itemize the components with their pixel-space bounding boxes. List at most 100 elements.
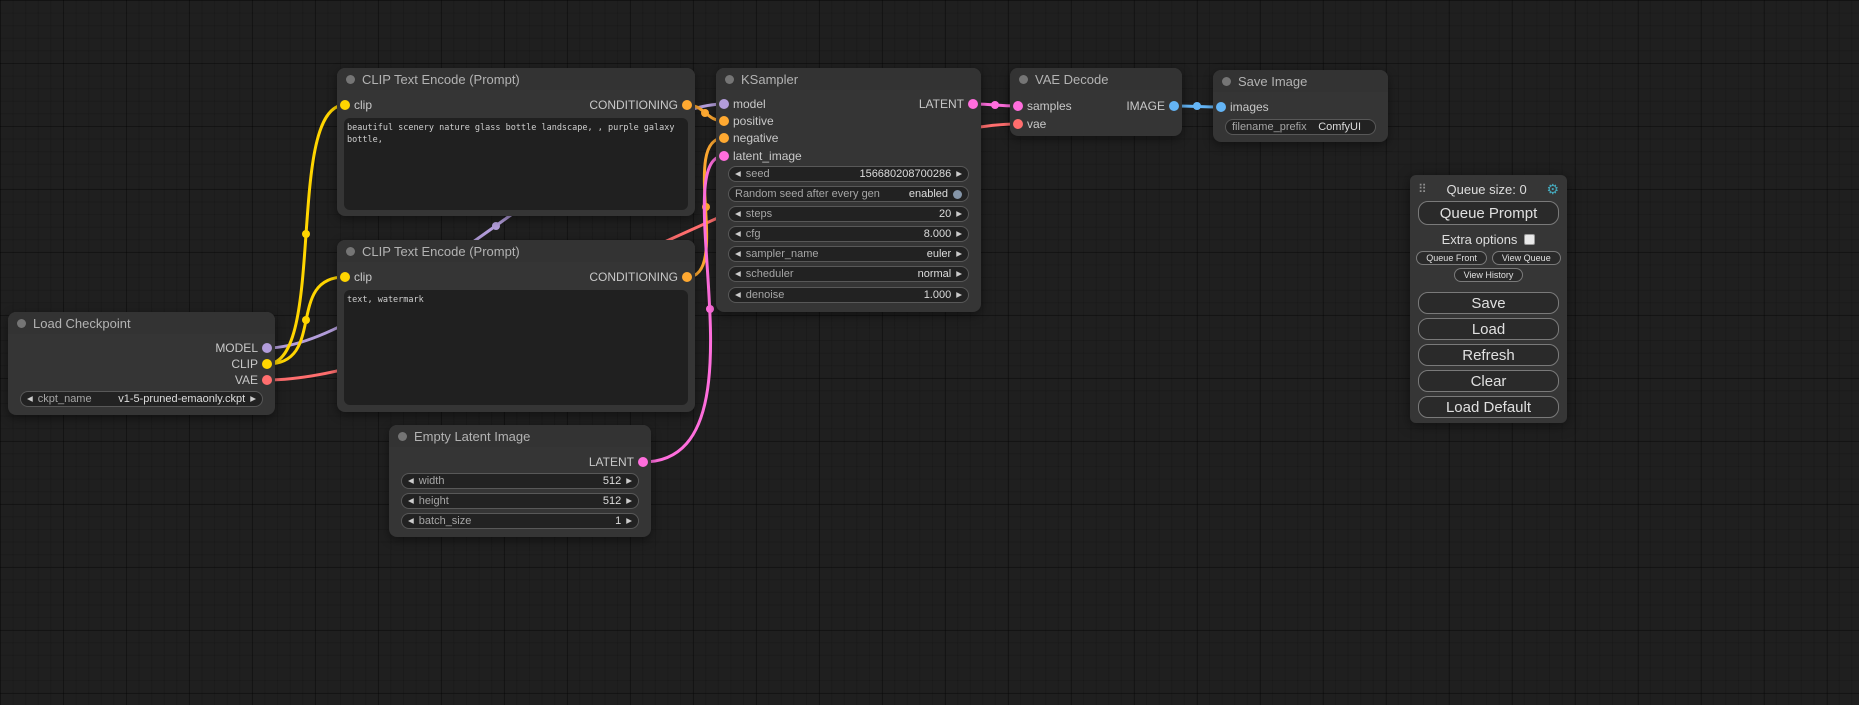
output-slot-label-conditioning: CONDITIONING [589,270,678,284]
next-value-arrow-icon[interactable]: ▶ [956,210,962,218]
node-title: Save Image [1238,74,1307,89]
queue-front-button[interactable]: Queue Front [1416,251,1487,265]
node-clip-text-encode-negative[interactable]: CLIP Text Encode (Prompt) clip CONDITION… [337,240,695,412]
graph-canvas[interactable]: Load Checkpoint MODEL CLIP VAE ◀ ckpt_na… [0,0,1859,705]
output-port-latent[interactable] [968,99,978,109]
prev-value-arrow-icon[interactable]: ◀ [735,291,741,299]
collapse-toggle-icon[interactable] [346,247,355,256]
widget-seed[interactable]: ◀ seed 156680208700286 ▶ [728,166,969,182]
input-port-images[interactable] [1216,102,1226,112]
negative-prompt-textarea[interactable]: text, watermark [344,290,688,405]
output-port-image[interactable] [1169,101,1179,111]
node-load-checkpoint[interactable]: Load Checkpoint MODEL CLIP VAE ◀ ckpt_na… [8,312,275,415]
next-value-arrow-icon[interactable]: ▶ [956,270,962,278]
widget-ckpt-name[interactable]: ◀ ckpt_name v1-5-pruned-emaonly.ckpt ▶ [20,391,263,407]
prev-value-arrow-icon[interactable]: ◀ [408,497,414,505]
positive-prompt-textarea[interactable]: beautiful scenery nature glass bottle la… [344,118,688,210]
node-titlebar[interactable]: CLIP Text Encode (Prompt) [337,68,695,90]
view-history-button[interactable]: View History [1454,268,1524,282]
node-titlebar[interactable]: KSampler [716,68,981,90]
collapse-toggle-icon[interactable] [346,75,355,84]
collapse-toggle-icon[interactable] [1019,75,1028,84]
node-vae-decode[interactable]: VAE Decode samples vae IMAGE [1010,68,1182,136]
collapse-toggle-icon[interactable] [398,432,407,441]
input-port-samples[interactable] [1013,101,1023,111]
widget-label: scheduler [746,268,794,280]
widget-scheduler[interactable]: ◀ scheduler normal ▶ [728,266,969,282]
collapse-toggle-icon[interactable] [17,319,26,328]
queue-prompt-button[interactable]: Queue Prompt [1418,201,1559,225]
drag-handle-icon[interactable]: ⠿ [1418,182,1427,196]
widget-sampler-name[interactable]: ◀ sampler_name euler ▶ [728,246,969,262]
node-titlebar[interactable]: CLIP Text Encode (Prompt) [337,240,695,262]
prev-value-arrow-icon[interactable]: ◀ [735,230,741,238]
next-value-arrow-icon[interactable]: ▶ [956,291,962,299]
load-button[interactable]: Load [1418,318,1559,340]
output-port-vae[interactable] [262,375,272,385]
queue-panel: ⠿ Queue size: 0 ⚙ Queue Prompt Extra opt… [1410,175,1567,423]
widget-label: seed [746,168,770,180]
input-port-model[interactable] [719,99,729,109]
prev-value-arrow-icon[interactable]: ◀ [735,170,741,178]
input-port-clip[interactable] [340,272,350,282]
view-queue-button[interactable]: View Queue [1492,251,1561,265]
widget-height[interactable]: ◀ height 512 ▶ [401,493,639,509]
node-titlebar[interactable]: VAE Decode [1010,68,1182,90]
save-button[interactable]: Save [1418,292,1559,314]
prev-value-arrow-icon[interactable]: ◀ [735,250,741,258]
node-empty-latent-image[interactable]: Empty Latent Image LATENT ◀ width 512 ▶ … [389,425,651,537]
prev-value-arrow-icon[interactable]: ◀ [27,395,33,403]
widget-width[interactable]: ◀ width 512 ▶ [401,473,639,489]
next-value-arrow-icon[interactable]: ▶ [956,230,962,238]
output-port-conditioning[interactable] [682,272,692,282]
output-port-clip[interactable] [262,359,272,369]
next-value-arrow-icon[interactable]: ▶ [956,170,962,178]
input-port-negative[interactable] [719,133,729,143]
next-value-arrow-icon[interactable]: ▶ [250,395,256,403]
toggle-indicator-icon[interactable] [953,190,962,199]
next-value-arrow-icon[interactable]: ▶ [626,477,632,485]
widget-value: 1.000 [924,289,952,301]
input-port-clip[interactable] [340,100,350,110]
input-port-vae[interactable] [1013,119,1023,129]
widget-steps[interactable]: ◀ steps 20 ▶ [728,206,969,222]
input-port-latent-image[interactable] [719,151,729,161]
link-midpoint-dot [492,222,500,230]
node-title: Empty Latent Image [414,429,530,444]
output-port-model[interactable] [262,343,272,353]
extra-options-checkbox[interactable] [1524,234,1535,245]
widget-cfg[interactable]: ◀ cfg 8.000 ▶ [728,226,969,242]
widget-label: sampler_name [746,248,819,260]
prev-value-arrow-icon[interactable]: ◀ [408,477,414,485]
node-clip-text-encode-positive[interactable]: CLIP Text Encode (Prompt) clip CONDITION… [337,68,695,216]
collapse-toggle-icon[interactable] [1222,77,1231,86]
node-titlebar[interactable]: Load Checkpoint [8,312,275,334]
link-midpoint-dot [302,230,310,238]
next-value-arrow-icon[interactable]: ▶ [626,517,632,525]
widget-value: 156680208700286 [859,168,951,180]
settings-gear-icon[interactable]: ⚙ [1546,181,1559,198]
widget-label: Random seed after every gen [735,188,880,200]
widget-control-after-generate[interactable]: Random seed after every gen enabled [728,186,969,202]
widget-denoise[interactable]: ◀ denoise 1.000 ▶ [728,287,969,303]
widget-label: filename_prefix [1232,121,1307,133]
prev-value-arrow-icon[interactable]: ◀ [735,210,741,218]
node-titlebar[interactable]: Save Image [1213,70,1388,92]
input-port-positive[interactable] [719,116,729,126]
load-default-button[interactable]: Load Default [1418,396,1559,418]
output-port-latent[interactable] [638,457,648,467]
node-title: VAE Decode [1035,72,1108,87]
output-port-conditioning[interactable] [682,100,692,110]
node-save-image[interactable]: Save Image images filename_prefix ComfyU… [1213,70,1388,142]
next-value-arrow-icon[interactable]: ▶ [626,497,632,505]
next-value-arrow-icon[interactable]: ▶ [956,250,962,258]
prev-value-arrow-icon[interactable]: ◀ [735,270,741,278]
widget-batch-size[interactable]: ◀ batch_size 1 ▶ [401,513,639,529]
refresh-button[interactable]: Refresh [1418,344,1559,366]
prev-value-arrow-icon[interactable]: ◀ [408,517,414,525]
node-ksampler[interactable]: KSampler model positive negative latent_… [716,68,981,312]
widget-filename-prefix[interactable]: filename_prefix ComfyUI [1225,119,1376,135]
clear-button[interactable]: Clear [1418,370,1559,392]
collapse-toggle-icon[interactable] [725,75,734,84]
node-titlebar[interactable]: Empty Latent Image [389,425,651,447]
